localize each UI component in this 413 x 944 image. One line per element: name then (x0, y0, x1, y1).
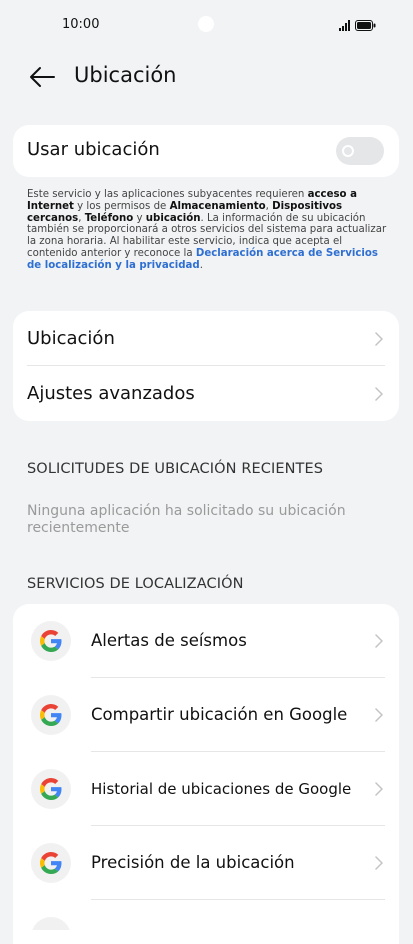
google-icon (31, 769, 71, 809)
desc-text: y (133, 212, 146, 224)
chevron-right-icon (375, 387, 383, 401)
recent-requests-empty: Ninguna aplicación ha solicitado su ubic… (27, 503, 346, 536)
signal-icon (339, 20, 350, 31)
page-title: Ubicación (74, 63, 177, 87)
recent-requests-header: SOLICITUDES DE UBICACIÓN RECIENTES (27, 461, 324, 477)
back-arrow-icon[interactable] (28, 65, 56, 89)
service-item-label: Compartir ubicación en Google (91, 705, 348, 724)
desc-text: . (199, 259, 203, 271)
service-item-label: Precisión de la ubicación (91, 853, 295, 872)
google-icon (31, 621, 71, 661)
status-time: 10:00 (62, 17, 100, 32)
google-icon (31, 843, 71, 883)
service-item-share-location[interactable]: Compartir ubicación en Google (13, 678, 399, 752)
location-services-card: Alertas de seísmos Compartir ubicación e… (13, 604, 399, 944)
chevron-right-icon (375, 634, 383, 648)
google-icon (31, 695, 71, 735)
settings-item-label: Ajustes avanzados (27, 383, 195, 404)
chevron-right-icon (375, 332, 383, 346)
desc-bold: ubicación (145, 212, 201, 224)
chevron-right-icon (375, 856, 383, 870)
settings-card: Ubicación Ajustes avanzados (13, 311, 399, 421)
desc-bold: Teléfono (84, 212, 134, 224)
service-item-label: Alertas de seísmos (91, 631, 247, 650)
status-bar: 10:00 (0, 0, 413, 50)
service-item-location-history[interactable]: Historial de ubicaciones de Google (13, 752, 399, 826)
camera-cutout (198, 16, 214, 32)
location-description: Este servicio y las aplicaciones subyace… (27, 189, 387, 272)
use-location-row[interactable]: Usar ubicación (13, 125, 399, 177)
service-item-earthquake-alerts[interactable]: Alertas de seísmos (13, 604, 399, 678)
settings-item-label: Ubicación (27, 328, 115, 349)
service-item-location-accuracy[interactable]: Precisión de la ubicación (13, 826, 399, 900)
location-services-header: SERVICIOS DE LOCALIZACIÓN (27, 576, 244, 592)
settings-item-advanced[interactable]: Ajustes avanzados (13, 366, 399, 421)
service-item-partial (13, 900, 399, 930)
chevron-right-icon (375, 782, 383, 796)
use-location-label: Usar ubicación (27, 139, 160, 160)
desc-bold: Almacenamiento (169, 200, 266, 212)
use-location-card[interactable]: Usar ubicación (13, 125, 399, 177)
settings-item-location[interactable]: Ubicación (13, 311, 399, 366)
desc-text: Este servicio y las aplicaciones subyace… (27, 189, 308, 200)
app-header: Ubicación (0, 55, 413, 99)
service-item-label: Historial de ubicaciones de Google (91, 780, 352, 798)
desc-text: y los permisos de (73, 200, 170, 212)
battery-icon (355, 20, 376, 31)
use-location-toggle[interactable] (336, 137, 384, 165)
chevron-right-icon (375, 708, 383, 722)
toggle-knob (342, 145, 354, 157)
